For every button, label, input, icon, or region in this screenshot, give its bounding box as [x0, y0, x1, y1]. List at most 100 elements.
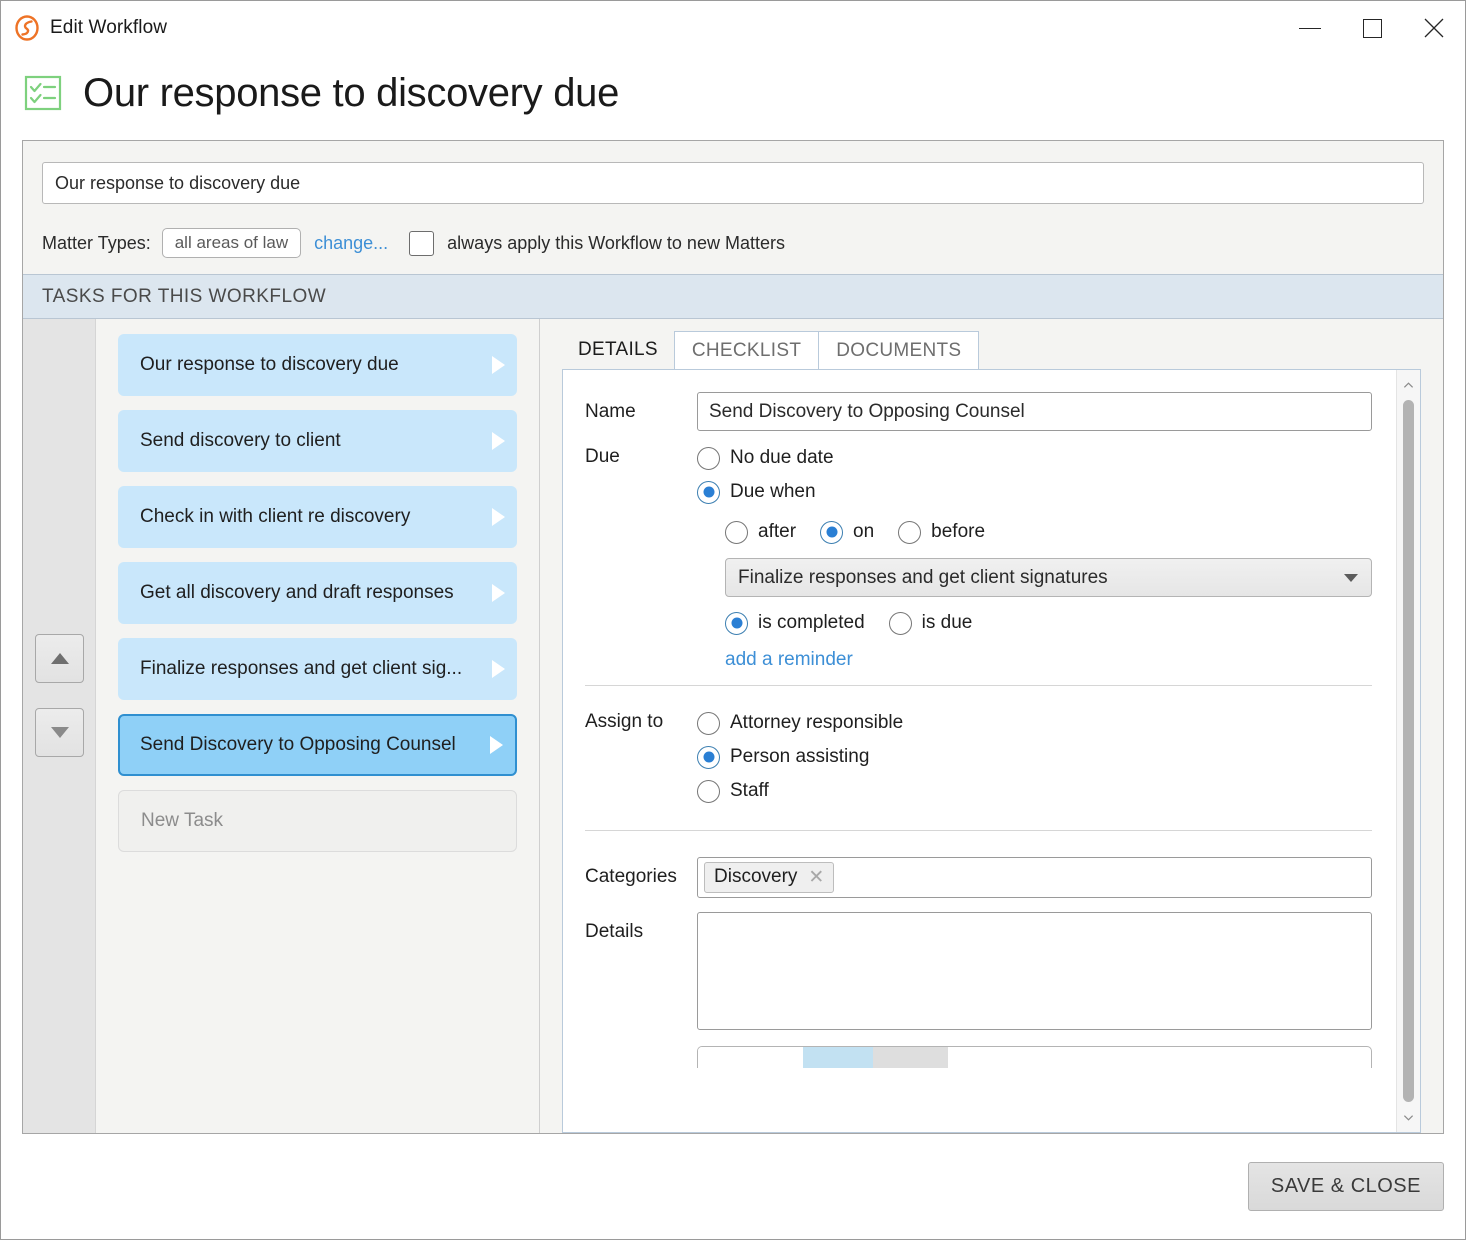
window-controls — [1279, 1, 1465, 55]
minimize-button[interactable] — [1279, 1, 1341, 55]
arrow-up-icon — [50, 653, 69, 664]
categories-field-row: Categories Discovery ✕ — [585, 857, 1372, 898]
dialog-footer: SAVE & CLOSE — [1, 1134, 1465, 1239]
minimize-icon — [1299, 27, 1321, 29]
task-label: Get all discovery and draft responses — [140, 582, 454, 603]
title-bar: Edit Workflow — [1, 1, 1465, 55]
move-task-down-button[interactable] — [35, 708, 84, 757]
offset-radio-group: after on before — [725, 515, 1372, 549]
workflow-name-input[interactable] — [42, 162, 1424, 204]
always-apply-label: always apply this Workflow to new Matter… — [447, 232, 785, 253]
trigger-task-value: Finalize responses and get client signat… — [738, 566, 1108, 588]
details-label: Details — [585, 921, 644, 942]
radio-due-when-label: Due when — [730, 481, 816, 502]
tab-checklist[interactable]: CHECKLIST — [673, 331, 820, 369]
page-header: Our response to discovery due — [1, 55, 1465, 131]
detail-tabs: DETAILS CHECKLIST DOCUMENTS — [562, 331, 1421, 369]
new-task-label: New Task — [141, 810, 224, 831]
radio-is-completed-label: is completed — [758, 612, 865, 633]
save-and-close-button[interactable]: SAVE & CLOSE — [1247, 1162, 1444, 1211]
duration-extra-segment[interactable] — [873, 1047, 948, 1068]
radio-staff[interactable]: Staff — [697, 774, 1372, 808]
always-apply-checkbox[interactable] — [409, 230, 435, 256]
radio-person-assisting[interactable]: Person assisting — [697, 740, 1372, 774]
task-list-item[interactable]: Send discovery to client — [118, 410, 517, 472]
assign-to-label: Assign to — [585, 711, 664, 732]
radio-no-due-date-control[interactable] — [697, 446, 720, 470]
task-list: Our response to discovery due Send disco… — [96, 319, 540, 1133]
radio-no-due-date-label: No due date — [730, 447, 834, 468]
detail-scrollbar[interactable] — [1396, 370, 1420, 1132]
trigger-state-radio-group: is completed is due — [725, 606, 1372, 640]
radio-after-label: after — [758, 521, 797, 542]
radio-attorney-responsible-label: Attorney responsible — [730, 712, 904, 733]
categories-label: Categories — [585, 866, 677, 887]
task-list-item[interactable]: Finalize responses and get client sig... — [118, 638, 517, 700]
radio-on-label: on — [853, 521, 875, 542]
smokeball-logo-icon — [13, 14, 41, 42]
window-title: Edit Workflow — [50, 17, 168, 38]
detail-content-box: Name Due No due date — [562, 369, 1421, 1133]
chevron-up-icon — [1403, 381, 1414, 388]
assign-field-row: Assign to Attorney responsible Person as… — [585, 706, 1372, 808]
radio-is-completed-control[interactable] — [725, 611, 748, 635]
workflow-settings: Matter Types: all areas of law change...… — [23, 141, 1443, 274]
chevron-right-icon — [492, 584, 505, 602]
scroll-up-button[interactable] — [1403, 374, 1414, 396]
change-matter-types-link[interactable]: change... — [314, 233, 388, 254]
task-list-item[interactable]: Get all discovery and draft responses — [118, 562, 517, 624]
radio-after-control[interactable] — [725, 520, 748, 544]
chevron-right-icon — [492, 660, 505, 678]
checklist-icon — [22, 71, 66, 115]
assign-section: Assign to Attorney responsible Person as… — [563, 686, 1396, 831]
categories-details-section: Categories Discovery ✕ Details — [563, 831, 1396, 1068]
add-reminder-link[interactable]: add a reminder — [725, 649, 853, 671]
remove-category-icon[interactable]: ✕ — [808, 868, 824, 887]
maximize-button[interactable] — [1341, 1, 1403, 55]
close-button[interactable] — [1403, 1, 1465, 55]
radio-person-assisting-label: Person assisting — [730, 746, 870, 767]
radio-due-when-control[interactable] — [697, 480, 720, 504]
task-label: Check in with client re discovery — [140, 506, 411, 527]
task-list-item-selected[interactable]: Send Discovery to Opposing Counsel — [118, 714, 517, 776]
duration-unit-segment[interactable] — [803, 1047, 873, 1068]
tab-documents[interactable]: DOCUMENTS — [818, 331, 980, 369]
categories-input[interactable]: Discovery ✕ — [697, 857, 1372, 898]
tab-details[interactable]: DETAILS — [562, 331, 675, 369]
tasks-body: Our response to discovery due Send disco… — [23, 319, 1443, 1133]
scroll-down-button[interactable] — [1403, 1106, 1414, 1128]
due-when-options: after on before Finalize responses and g… — [725, 515, 1372, 671]
trigger-task-dropdown[interactable]: Finalize responses and get client signat… — [725, 558, 1372, 597]
radio-attorney-responsible-control[interactable] — [697, 711, 720, 735]
due-section: Name Due No due date — [563, 392, 1396, 686]
task-reorder-column — [23, 319, 96, 1133]
move-task-up-button[interactable] — [35, 634, 84, 683]
task-name-input[interactable] — [697, 392, 1372, 431]
name-field-row: Name — [585, 392, 1372, 431]
scrollbar-track[interactable] — [1397, 396, 1420, 1106]
duration-value-segment[interactable] — [698, 1047, 803, 1068]
matter-types-value: all areas of law — [161, 228, 302, 258]
category-chip-label: Discovery — [714, 866, 798, 887]
radio-no-due-date[interactable]: No due date — [697, 441, 1372, 475]
details-textarea[interactable] — [697, 912, 1372, 1030]
chevron-right-icon — [490, 736, 503, 754]
radio-is-due-control[interactable] — [888, 611, 912, 635]
task-label: Our response to discovery due — [140, 354, 399, 375]
chevron-right-icon — [492, 432, 505, 450]
arrow-down-icon — [50, 727, 69, 738]
radio-person-assisting-control[interactable] — [697, 745, 720, 769]
task-list-item[interactable]: Our response to discovery due — [118, 334, 517, 396]
radio-attorney-responsible[interactable]: Attorney responsible — [697, 706, 1372, 740]
tasks-section-header: TASKS FOR THIS WORKFLOW — [23, 274, 1443, 319]
radio-on-control[interactable] — [820, 520, 844, 544]
radio-due-when[interactable]: Due when — [697, 475, 1372, 509]
edit-workflow-window: Edit Workflow Our response to discovery … — [0, 0, 1466, 1240]
page-title: Our response to discovery due — [83, 70, 620, 115]
duration-stepper[interactable] — [697, 1046, 1372, 1068]
radio-staff-control[interactable] — [697, 779, 720, 803]
radio-before-control[interactable] — [898, 520, 922, 544]
new-task-button[interactable]: New Task — [118, 790, 517, 852]
task-list-item[interactable]: Check in with client re discovery — [118, 486, 517, 548]
scrollbar-thumb[interactable] — [1403, 400, 1414, 1102]
